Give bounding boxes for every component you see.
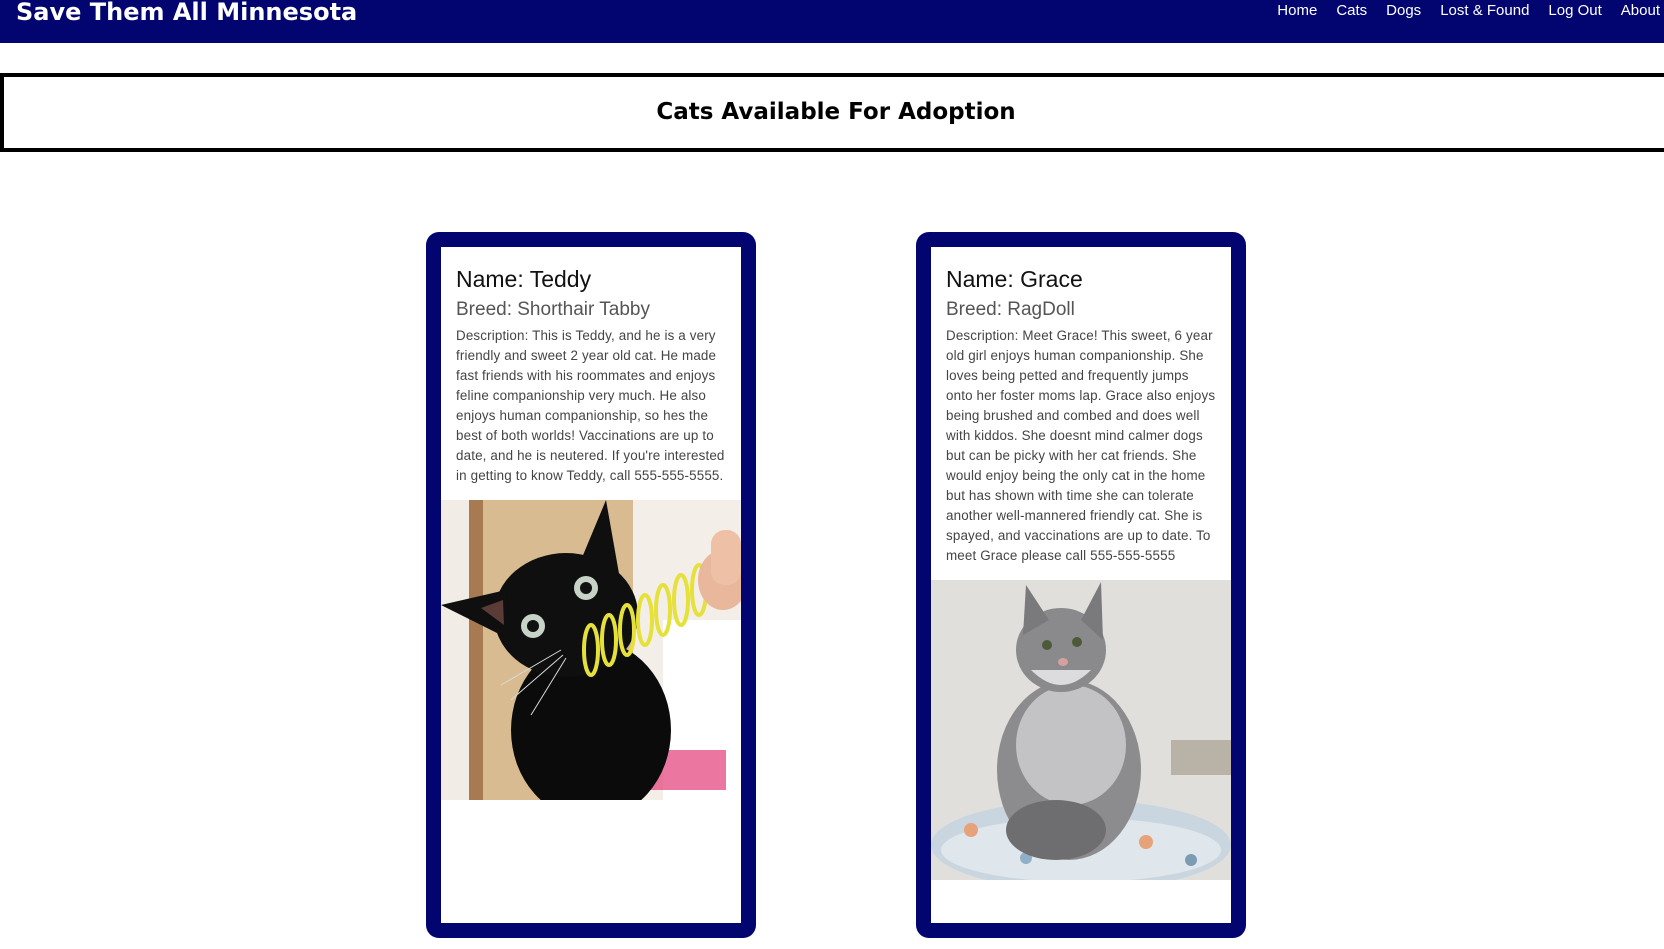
cat-card-teddy: Name: Teddy Breed: Shorthair Tabby Descr… [426,232,756,938]
cat-card-grace: Name: Grace Breed: RagDoll Description: … [916,232,1246,938]
cat-name: Name: Teddy [456,266,592,292]
site-brand[interactable]: Save Them All Minnesota [16,0,357,28]
cat-breed: Breed: Shorthair Tabby [456,299,650,320]
cat-card-inner: Name: Teddy Breed: Shorthair Tabby Descr… [441,247,741,923]
page-title: Cats Available For Adoption [656,99,1016,125]
nav-link-home[interactable]: Home [1277,0,1317,22]
cat-name: Name: Grace [946,266,1083,292]
cat-photo-teddy-illustration [441,500,741,800]
nav-link-log-out[interactable]: Log Out [1548,0,1601,22]
cat-breed: Breed: RagDoll [946,299,1075,320]
cat-description: Description: This is Teddy, and he is a … [456,328,725,483]
page-heading-banner: Cats Available For Adoption [0,73,1664,152]
top-navbar: Save Them All Minnesota Home Cats Dogs L… [0,0,1664,43]
cat-card-body: Name: Grace Breed: RagDoll Description: … [931,247,1231,580]
cat-card-inner: Name: Grace Breed: RagDoll Description: … [931,247,1231,923]
nav-link-about[interactable]: About [1621,0,1660,22]
cat-photo-teddy [441,500,741,800]
nav-link-dogs[interactable]: Dogs [1386,0,1421,22]
cat-card-body: Name: Teddy Breed: Shorthair Tabby Descr… [441,247,741,500]
nav-links: Home Cats Dogs Lost & Found Log Out Abou… [1277,0,1664,22]
cat-photo-grace [931,580,1231,880]
nav-link-lost-found[interactable]: Lost & Found [1440,0,1529,22]
cat-photo-grace-illustration [931,580,1231,880]
cat-description: Description: Meet Grace! This sweet, 6 y… [946,328,1216,563]
nav-link-cats[interactable]: Cats [1336,0,1367,22]
